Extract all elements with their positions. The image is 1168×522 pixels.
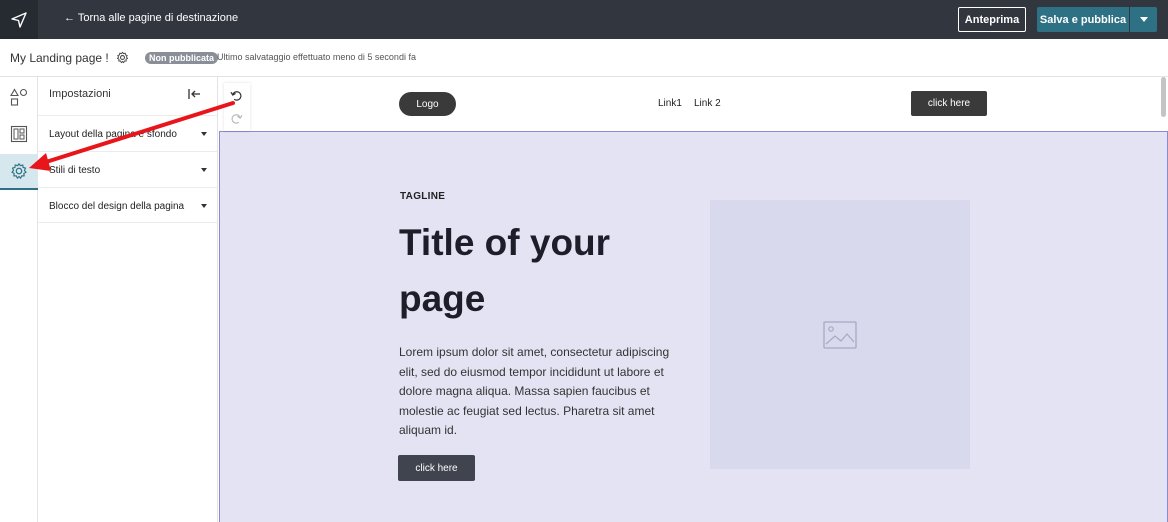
rail-elements-button[interactable] (0, 79, 38, 115)
accordion-label: Blocco del design della pagina (49, 201, 185, 212)
page-title[interactable]: My Landing page ! (10, 51, 109, 65)
back-to-landing-pages-link[interactable]: ← Torna alle pagine di destinazione (64, 12, 238, 24)
canvas-scrollbar[interactable] (1161, 77, 1166, 117)
save-and-publish-button[interactable]: Salva e pubblica (1037, 7, 1129, 32)
landing-nav-link-2[interactable]: Link 2 (694, 98, 721, 109)
last-saved-text: Ultimo salvataggio effettuato meno di 5 … (217, 52, 416, 62)
gear-icon (11, 163, 27, 179)
hero-image-placeholder[interactable] (710, 200, 970, 469)
image-placeholder-icon (823, 320, 857, 349)
left-icon-rail (0, 77, 38, 522)
layout-icon (10, 125, 28, 143)
rail-settings-button[interactable] (0, 154, 38, 190)
page-info-bar: My Landing page ! Non pubblicata Ultimo … (0, 39, 1168, 77)
gear-icon (116, 51, 129, 64)
hero-tagline[interactable]: TAGLINE (400, 191, 445, 202)
redo-icon (231, 114, 243, 124)
accordion-label: Stili di testo (49, 165, 101, 176)
save-options-dropdown[interactable] (1130, 7, 1157, 32)
settings-panel: Impostazioni Layout della pagina e sfond… (38, 77, 218, 522)
preview-button[interactable]: Anteprima (958, 7, 1026, 32)
undo-icon (230, 91, 242, 101)
accordion-label: Layout della pagina e sfondo (49, 129, 177, 140)
accordion-page-layout[interactable]: Layout della pagina e sfondo (38, 115, 217, 151)
panel-title: Impostazioni (49, 88, 111, 100)
hero-cta-button[interactable]: click here (398, 455, 475, 481)
landing-nav-cta-button[interactable]: click here (911, 91, 987, 116)
hero-title[interactable]: Title of your page (399, 215, 669, 327)
redo-button[interactable] (230, 112, 243, 130)
page-settings-button[interactable] (116, 51, 129, 69)
collapse-panel-button[interactable] (188, 87, 201, 105)
paper-plane-icon (11, 11, 27, 28)
shapes-icon (10, 88, 28, 106)
hero-body-text[interactable]: Lorem ipsum dolor sit amet, consectetur … (399, 343, 684, 441)
top-bar: ← Torna alle pagine di destinazione Ante… (0, 0, 1168, 39)
landing-nav-link-1[interactable]: Link1 (658, 98, 682, 109)
caret-down-icon (201, 168, 207, 172)
status-badge: Non pubblicata (145, 52, 218, 64)
undo-redo-toolbar (224, 83, 250, 131)
app-logo-button[interactable] (0, 0, 38, 39)
undo-button[interactable] (230, 89, 243, 107)
collapse-left-icon (188, 89, 200, 99)
accordion-text-styles[interactable]: Stili di testo (38, 151, 217, 187)
caret-down-icon (201, 132, 207, 136)
caret-down-icon (201, 204, 207, 208)
chevron-down-icon (1139, 16, 1148, 22)
hero-section[interactable] (219, 131, 1168, 522)
accordion-design-block[interactable]: Blocco del design della pagina (38, 187, 217, 223)
rail-layout-button[interactable] (0, 116, 38, 152)
landing-nav-logo[interactable]: Logo (399, 92, 456, 116)
